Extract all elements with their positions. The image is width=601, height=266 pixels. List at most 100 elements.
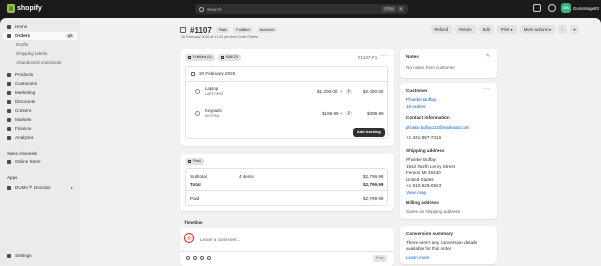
address-line: 1542 North Leroy Street [406, 163, 456, 169]
order-subline: 16 February 2026 at 11:29 pm from Draft … [181, 35, 259, 39]
customer-title: Customer [406, 88, 428, 93]
sidebar-item-abandoned-checkouts[interactable]: Abandoned checkouts [3, 59, 77, 67]
sidebar-item-label: Content [15, 108, 32, 114]
customer-phone: +1 341-867-7316 [406, 135, 442, 140]
sidebar-item-products[interactable]: Products [3, 71, 77, 79]
print-button[interactable]: Print ▾ [496, 25, 517, 34]
sidebar-item-customers[interactable]: Customers [3, 80, 77, 88]
line-total: $2,400.00 [363, 89, 384, 94]
sidebar-item-orders[interactable]: Orders 47 [3, 32, 77, 40]
hashtag-icon[interactable] [200, 256, 204, 260]
chevron-right-icon: ▸ [70, 185, 73, 191]
paid-label: Paid [190, 196, 200, 201]
billing-title: Billing address [406, 200, 439, 205]
sidebar-item-marketing[interactable]: Marketing [3, 89, 77, 97]
product-name[interactable]: Keypads [205, 108, 222, 113]
top-icons [533, 4, 556, 12]
sidebar-item-finance[interactable]: Finance [3, 125, 77, 133]
sidebar-item-app[interactable]: DUMo™ Doculos ▸ [3, 184, 77, 192]
sidebar-item-markets[interactable]: Markets [3, 116, 77, 124]
user-avatar: GS [561, 3, 571, 13]
sidebar-item-home[interactable]: Home [3, 23, 77, 31]
commenter-avatar [184, 233, 194, 243]
store-icon[interactable] [533, 4, 541, 12]
tag-icon [7, 72, 11, 77]
customer-name-link[interactable]: Phoebe Buffay [406, 97, 436, 102]
sidebar-item-drafts[interactable]: Drafts [3, 41, 77, 49]
comment-input[interactable]: Leave a comment... [200, 237, 240, 242]
sidebar-item-label: Shipping labels [16, 51, 48, 57]
user-menu[interactable]: GS GumoSage83 [561, 3, 599, 13]
attach-icon[interactable] [207, 256, 211, 260]
conversion-card: Conversion summary There aren't any conv… [400, 226, 497, 264]
sidebar-item-content[interactable]: Content [3, 107, 77, 115]
line-total: $399.99 [367, 111, 384, 116]
apps-heading[interactable]: Apps [7, 175, 17, 180]
sidebar-item-label: Finance [15, 126, 32, 132]
search-bar[interactable]: Search CTRL K [195, 4, 408, 14]
fulfillment-more-icon[interactable]: ··· [381, 53, 387, 59]
total-value: $2,799.99 [363, 182, 384, 187]
sidebar-item-online-store[interactable]: Online Store [3, 158, 77, 166]
customer-email-link[interactable]: phoebe.buffay123@mailinator.com [406, 125, 469, 130]
customer-more-icon[interactable]: ··· [484, 86, 490, 92]
search-icon [199, 6, 204, 12]
store-icon [7, 159, 11, 164]
return-button[interactable]: Return [455, 25, 476, 34]
emoji-icon[interactable] [186, 256, 190, 260]
location-tag: NAEZS [217, 54, 242, 61]
fulfilled-tag-label: Fulfilled (4) [193, 55, 212, 59]
sidebar-item-label: Online Store [15, 159, 41, 165]
sales-channels-heading[interactable]: Sales channels [7, 151, 37, 156]
more-actions-label: More actions [523, 27, 548, 32]
sidebar-item-label: Abandoned checkouts [16, 60, 62, 66]
status-badge-archived: Archived [256, 26, 278, 34]
unit-price: $1,200.00 [317, 89, 338, 94]
content-icon [7, 108, 11, 113]
timeline-card: Leave a comment... Post [180, 228, 394, 266]
sidebar: Home Orders 47 Drafts Shipping labels Aba… [0, 18, 80, 266]
divider [180, 251, 394, 252]
back-icon[interactable] [180, 27, 186, 33]
edit-button[interactable]: Edit [478, 25, 494, 34]
multiply-sign: × [340, 89, 343, 94]
product-image-icon [195, 89, 200, 94]
bell-icon[interactable] [548, 4, 556, 12]
refund-button[interactable]: Refund [430, 25, 453, 34]
quantity-badge: 2 [346, 88, 352, 94]
customer-orders-link[interactable]: 15 orders [406, 104, 425, 109]
sidebar-item-label: Settings [15, 253, 32, 259]
brand-name: shopify [17, 5, 42, 12]
sidebar-item-analytics[interactable]: Analytics [3, 134, 77, 142]
previous-order-button[interactable]: ‹ [558, 25, 567, 34]
address-line: Phoebe Buffay [406, 157, 437, 162]
home-icon [7, 24, 11, 29]
mention-icon[interactable] [193, 256, 197, 260]
sidebar-item-label: Home [15, 24, 28, 30]
sidebar-item-discounts[interactable]: Discounts [3, 98, 77, 106]
paid-tag: Paid [185, 158, 204, 165]
sidebar-item-settings[interactable]: Settings [3, 252, 77, 260]
fulfillment-inner: 20 February 2026 Laptop LAPTOP05 $1,200.… [185, 66, 389, 139]
sidebar-item-label: Orders [15, 33, 31, 39]
gear-icon [7, 253, 11, 258]
sidebar-item-label: Analytics [15, 135, 34, 141]
conversion-text-line1: There aren't any conversion details [406, 240, 478, 245]
sidebar-item-label: Marketing [15, 90, 36, 96]
add-tracking-button[interactable]: Add tracking [353, 128, 385, 137]
notes-card: Notes ✎ No notes from customer [400, 49, 497, 78]
post-button[interactable]: Post [373, 255, 387, 262]
edit-pencil-icon[interactable]: ✎ [486, 53, 490, 59]
subtotal-items: 4 items [239, 174, 254, 179]
sidebar-item-label: Customers [15, 81, 38, 87]
learn-more-link[interactable]: Learn more [406, 255, 430, 260]
shortcut-key-k: K [397, 6, 404, 12]
view-map-link[interactable]: View map [406, 190, 426, 195]
sidebar-item-shipping-labels[interactable]: Shipping labels [3, 50, 77, 58]
fulfillment-card: Fulfilled (4) NAEZS #1107-F1 ··· 20 Febr… [180, 49, 394, 146]
shopify-logo[interactable]: shopify [7, 4, 42, 13]
more-actions-button[interactable]: More actions ▾ [519, 25, 555, 34]
user-name: GumoSage83 [573, 5, 599, 11]
next-order-button[interactable]: ▾ [570, 25, 579, 34]
product-name[interactable]: Laptop [205, 86, 218, 91]
